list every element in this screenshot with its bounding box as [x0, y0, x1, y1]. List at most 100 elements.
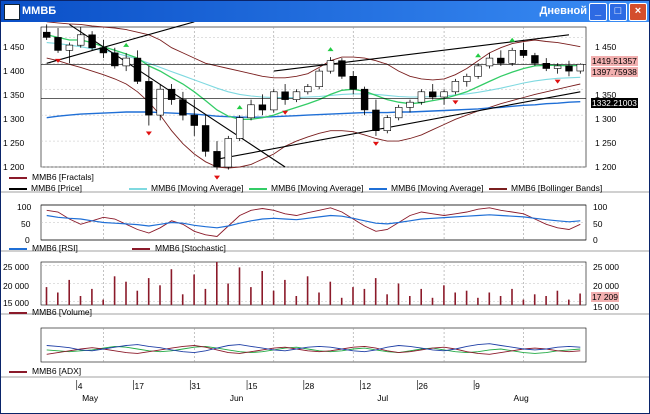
- chart-canvas[interactable]: [1, 22, 649, 413]
- fractal-down-marker: [554, 79, 561, 84]
- bollinger-upper-line: [46, 22, 581, 81]
- date-day-label: 31: [191, 381, 201, 391]
- candle-body: [451, 81, 460, 93]
- date-day-label: 15: [248, 381, 258, 391]
- candle-body: [338, 60, 346, 77]
- candle-body: [179, 99, 187, 116]
- candle-body: [42, 31, 51, 38]
- volume-bar: [147, 278, 150, 305]
- legend-label: MMB6 [Price]: [31, 183, 83, 193]
- date-day-label: 9: [475, 381, 480, 391]
- osc-tick-right: 100: [593, 202, 608, 212]
- volume-bar: [125, 281, 127, 305]
- left-price-tick: 1 350: [3, 90, 25, 100]
- volume-tick-right: 20 000: [593, 281, 619, 291]
- legend-label: MMB6 [Moving Average]: [391, 183, 484, 193]
- legend-label: MMB6 [Moving Average]: [151, 183, 244, 193]
- legend-swatch: [369, 188, 387, 190]
- date-day-label: 17: [134, 381, 144, 391]
- fractal-down-marker: [145, 131, 152, 136]
- legend-item[interactable]: MMB6 [Volume]: [9, 307, 92, 317]
- volume-bar: [227, 283, 229, 305]
- volume-bar: [488, 292, 491, 305]
- volume-bar: [397, 283, 400, 305]
- volume-bar: [579, 293, 581, 305]
- legend-swatch: [489, 188, 507, 190]
- legend-item[interactable]: MMB6 [Fractals]: [9, 172, 94, 182]
- volume-bar: [318, 292, 320, 305]
- volume-bar: [386, 294, 388, 306]
- legend-label: MMB6 [ADX]: [32, 366, 82, 376]
- minimize-button[interactable]: _: [589, 3, 607, 21]
- price-tag-upper: 1419.51357: [591, 56, 638, 66]
- legend-item[interactable]: MMB6 [Price]: [9, 183, 82, 193]
- candle-body: [201, 125, 210, 152]
- legend-swatch: [132, 248, 150, 250]
- candle-body: [77, 34, 85, 46]
- volume-bar: [329, 281, 332, 305]
- fractal-up-marker: [475, 53, 482, 58]
- bollinger-lower-line: [46, 57, 581, 169]
- volume-bar: [556, 290, 559, 305]
- volume-bar: [306, 276, 309, 305]
- osc-tick-right: 0: [593, 235, 598, 245]
- chart-content[interactable]: 1 450 1 400 1 350 1 300 1 250 1 200 1 45…: [1, 22, 649, 413]
- left-price-tick: 1 400: [3, 66, 25, 76]
- date-axis-months: May Jun Jul Aug: [1, 393, 649, 405]
- volume-bar: [193, 274, 195, 305]
- legend-swatch: [129, 188, 147, 190]
- candle-body: [542, 62, 551, 69]
- volume-bar: [91, 288, 93, 305]
- volume-bar: [420, 288, 422, 305]
- candle-body: [156, 88, 164, 116]
- maximize-button[interactable]: □: [609, 3, 627, 21]
- volume-bar: [272, 290, 275, 305]
- legend-item[interactable]: MMB6 [Moving Average]: [249, 183, 363, 193]
- legend-label: MMB6 [Moving Average]: [271, 183, 364, 193]
- title-bar[interactable]: ММВБ Дневной _ □ ×: [1, 1, 649, 22]
- legend-item[interactable]: MMB6 [Bollinger Bands]: [489, 183, 602, 193]
- volume-bar: [431, 297, 434, 305]
- date-day-label: 26: [418, 381, 428, 391]
- candle-body: [565, 65, 573, 72]
- candle-body: [111, 52, 119, 67]
- legend-label: MMB6 [Fractals]: [32, 172, 94, 182]
- left-price-tick: 1 300: [3, 114, 25, 124]
- right-price-tick: 1 450: [595, 42, 617, 52]
- candle-body: [213, 151, 221, 168]
- close-button[interactable]: ×: [629, 3, 647, 21]
- adx-panel-frame: [40, 327, 587, 363]
- volume-tick-right: 15 000: [593, 302, 619, 312]
- right-price-tick: 1 250: [595, 138, 617, 148]
- candle-body: [349, 75, 357, 90]
- app-icon: [4, 4, 20, 20]
- legend-item[interactable]: MMB6 [Moving Average]: [369, 183, 483, 193]
- volume-bar: [113, 276, 116, 305]
- candle-body: [65, 44, 74, 51]
- volume-bar: [216, 262, 218, 305]
- volume-bar: [45, 287, 48, 305]
- candle-body: [167, 88, 176, 100]
- legend-swatch: [9, 371, 27, 373]
- osc-tick: 50: [21, 219, 31, 229]
- legend-swatch: [9, 188, 27, 190]
- volume-bar: [454, 292, 456, 305]
- candle-body: [54, 37, 62, 51]
- candle-body: [315, 70, 323, 87]
- candle-body: [497, 57, 505, 64]
- legend-item[interactable]: MMB6 [RSI]: [9, 243, 78, 253]
- date-month-label: Jul: [377, 393, 389, 403]
- left-price-tick: 1 250: [3, 138, 25, 148]
- price-tag-lower: 1332.21003: [591, 98, 638, 108]
- legend-item[interactable]: MMB6 [Moving Average]: [129, 183, 243, 193]
- candle-body: [326, 60, 335, 72]
- volume-bar: [68, 279, 70, 305]
- legend-swatch: [9, 248, 27, 250]
- fractal-up-marker: [123, 42, 130, 47]
- volume-bar: [522, 299, 525, 305]
- candle-body: [270, 91, 278, 111]
- stochastic-line: [46, 207, 581, 237]
- legend-item[interactable]: MMB6 [ADX]: [9, 366, 81, 376]
- legend-item[interactable]: MMB6 [Stochastic]: [132, 243, 226, 253]
- window-title: ММВБ: [22, 5, 57, 17]
